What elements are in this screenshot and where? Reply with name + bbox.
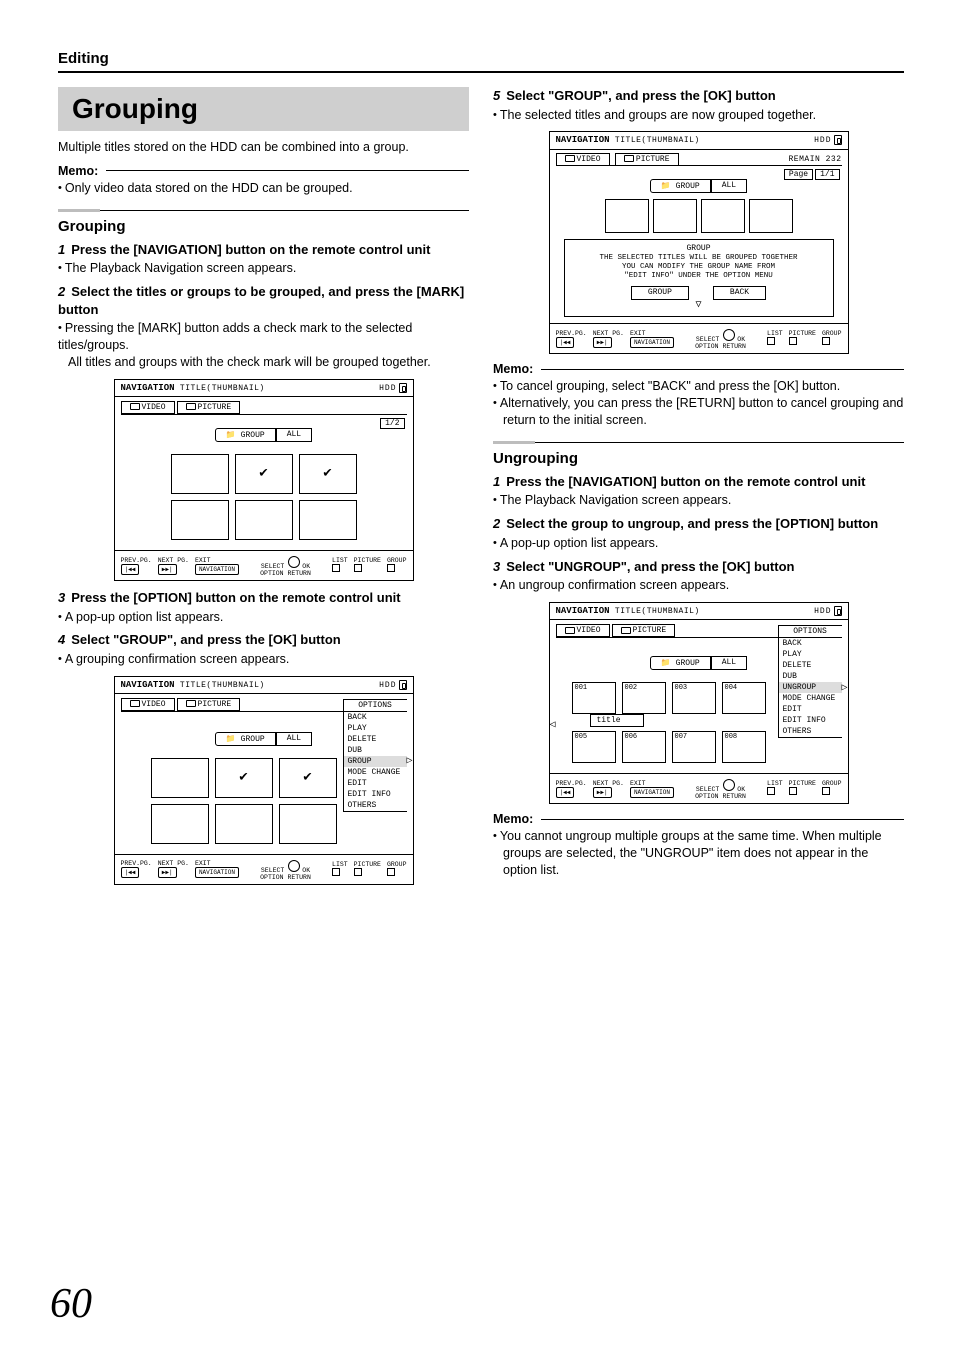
step-2-note2: All titles and groups with the check mar… [68,354,469,371]
memo-heading: Memo: [58,164,469,178]
figure-nav-options-ungroup: NAVIGATION TITLE(THUMBNAIL) HDD VIDEO PI… [549,602,849,804]
intro-text: Multiple titles stored on the HDD can be… [58,139,469,156]
step-3-note: A pop-up option list appears. [58,609,469,626]
section-separator [58,209,469,212]
step-1-note: The Playback Navigation screen appears. [58,260,469,277]
memo-list-3: You cannot ungroup multiple groups at th… [493,828,904,879]
step-3: 3Press the [OPTION] button on the remote… [58,589,469,607]
section-separator [493,441,904,444]
page-title: Grouping [58,87,469,131]
step-5-note: The selected titles and groups are now g… [493,107,904,124]
memo-heading-3: Memo: [493,812,904,826]
ungroup-step-2: 2Select the group to ungroup, and press … [493,515,904,533]
memo-heading-2: Memo: [493,362,904,376]
memo-item: To cancel grouping, select "BACK" and pr… [493,378,904,395]
memo-item: You cannot ungroup multiple groups at th… [493,828,904,879]
options-panel-ungroup: OPTIONS BACK PLAY DELETE DUB UNGROUP▷ MO… [778,625,842,738]
memo-item: Alternatively, you can press the [RETURN… [493,395,904,429]
memo-list-2: To cancel grouping, select "BACK" and pr… [493,378,904,429]
subsection-heading: Grouping [58,218,469,235]
step-4: 4Select "GROUP", and press the [OK] butt… [58,631,469,649]
step-2: 2Select the titles or groups to be group… [58,283,469,318]
subsection-heading-ungrouping: Ungrouping [493,450,904,467]
figure-nav-options-group: NAVIGATION TITLE(THUMBNAIL) HDD VIDEO PI… [114,676,414,885]
step-2-note: Pressing the [MARK] button adds a check … [58,320,469,354]
ungroup-step-2-note: A pop-up option list appears. [493,535,904,552]
step-1: 1Press the [NAVIGATION] button on the re… [58,241,469,259]
section-header: Editing [58,50,904,67]
memo-list: Only video data stored on the HDD can be… [58,180,469,197]
step-5: 5Select "GROUP", and press the [OK] butt… [493,87,904,105]
memo-label: Memo: [58,164,102,178]
ungroup-step-1-note: The Playback Navigation screen appears. [493,492,904,509]
ungroup-step-3: 3Select "UNGROUP", and press the [OK] bu… [493,558,904,576]
options-panel: OPTIONS BACK PLAY DELETE DUB GROUP▷ MODE… [343,699,407,812]
memo-item: Only video data stored on the HDD can be… [58,180,469,197]
page-number: 60 [50,1280,92,1328]
header-rule [58,71,904,73]
figure-nav-checkmarks: NAVIGATION TITLE(THUMBNAIL) HDD VIDEO PI… [114,379,414,581]
figure-group-dialog: NAVIGATION TITLE(THUMBNAIL) HDD VIDEO PI… [549,131,849,354]
ungroup-step-3-note: An ungroup confirmation screen appears. [493,577,904,594]
step-4-note: A grouping confirmation screen appears. [58,651,469,668]
ungroup-step-1: 1Press the [NAVIGATION] button on the re… [493,473,904,491]
